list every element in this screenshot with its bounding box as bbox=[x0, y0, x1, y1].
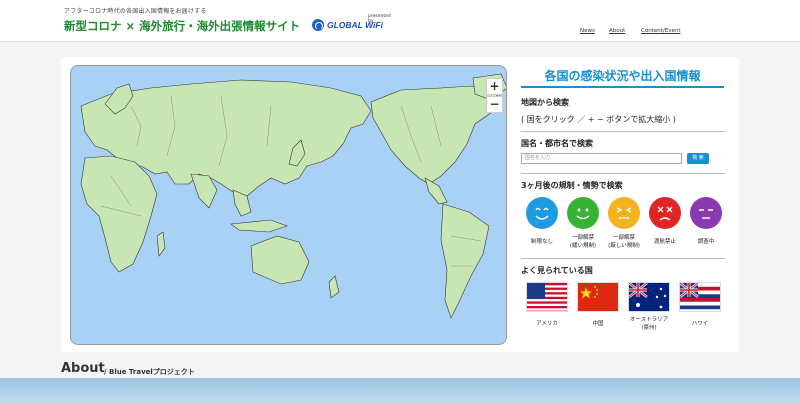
divider bbox=[521, 173, 725, 174]
country-label-hawaii[interactable]: ハワイ bbox=[672, 321, 728, 329]
new-zealand-landmass bbox=[328, 275, 340, 299]
main-content: + − 各国の感染状況や出入国情報 地図から検索 ( 国をクリック ／ + − … bbox=[61, 57, 739, 352]
about-subheading: / Blue Travelプロジェクト bbox=[104, 368, 195, 376]
wifi-logo-icon bbox=[312, 19, 324, 31]
travel-ban-icon[interactable] bbox=[649, 197, 681, 229]
global-wifi-logo[interactable]: presented by GLOBAL WiFi bbox=[312, 14, 392, 34]
no-restriction-icon[interactable] bbox=[526, 197, 558, 229]
country-label-usa[interactable]: アメリカ bbox=[519, 321, 575, 329]
nav-news[interactable]: News bbox=[580, 28, 595, 34]
site-header: アフターコロナ時代の各国出入国情報をお届けする 新型コロナ × 海外旅行・海外出… bbox=[0, 0, 800, 42]
australia-landmass bbox=[250, 235, 310, 285]
central-america-landmass bbox=[424, 177, 448, 205]
name-search-heading: 国名・都市名で検索 bbox=[521, 139, 593, 148]
tagline: アフターコロナ時代の各国出入国情報をお届けする bbox=[64, 8, 207, 15]
madagascar-landmass bbox=[156, 231, 166, 257]
search-button[interactable]: 検 索 bbox=[687, 153, 709, 164]
divider bbox=[521, 258, 725, 259]
about-heading: About bbox=[61, 361, 105, 376]
hawaii-flag-icon[interactable] bbox=[679, 282, 721, 312]
side-title: 各国の感染状況や出入国情報 bbox=[521, 67, 724, 88]
forecast-label-investigating: 調査中 bbox=[697, 239, 715, 245]
us-flag-icon[interactable] bbox=[526, 282, 568, 312]
south-america-landmass bbox=[440, 203, 490, 319]
zoom-out-button[interactable]: − bbox=[486, 96, 503, 113]
australia-flag-icon[interactable] bbox=[628, 282, 670, 312]
map-search-note: ( 国をクリック ／ + − ボタンで拡大縮小 ) bbox=[521, 115, 676, 124]
sky-banner-image bbox=[0, 378, 800, 404]
africa-landmass bbox=[80, 155, 158, 273]
loose-restriction-icon[interactable] bbox=[567, 197, 599, 229]
world-map[interactable]: + − bbox=[70, 65, 507, 345]
forecast-heading: 3ヶ月後の規制・情勢で検索 bbox=[521, 181, 623, 190]
site-title[interactable]: 新型コロナ × 海外旅行・海外出張情報サイト bbox=[64, 18, 300, 34]
north-america-landmass bbox=[370, 85, 502, 185]
divider bbox=[521, 131, 725, 132]
popular-heading: よく見られている国 bbox=[521, 266, 593, 275]
china-flag-icon[interactable] bbox=[577, 282, 619, 312]
zoom-in-button[interactable]: + bbox=[486, 78, 503, 95]
investigating-icon[interactable] bbox=[690, 197, 722, 229]
country-label-china[interactable]: 中国 bbox=[570, 321, 626, 329]
indonesia-landmass bbox=[230, 219, 288, 233]
map-search-heading: 地図から検索 bbox=[521, 98, 569, 107]
logo-text: GLOBAL WiFi bbox=[327, 20, 383, 30]
world-map-graphic[interactable] bbox=[71, 66, 507, 345]
nav-content-event[interactable]: Content/Event bbox=[641, 28, 680, 34]
country-search-input[interactable]: 国名を入力 bbox=[521, 153, 682, 164]
nav-about[interactable]: About bbox=[609, 28, 625, 34]
strict-restriction-icon[interactable] bbox=[608, 197, 640, 229]
country-label-australia[interactable]: オーストラリア (豪州) bbox=[621, 317, 677, 332]
